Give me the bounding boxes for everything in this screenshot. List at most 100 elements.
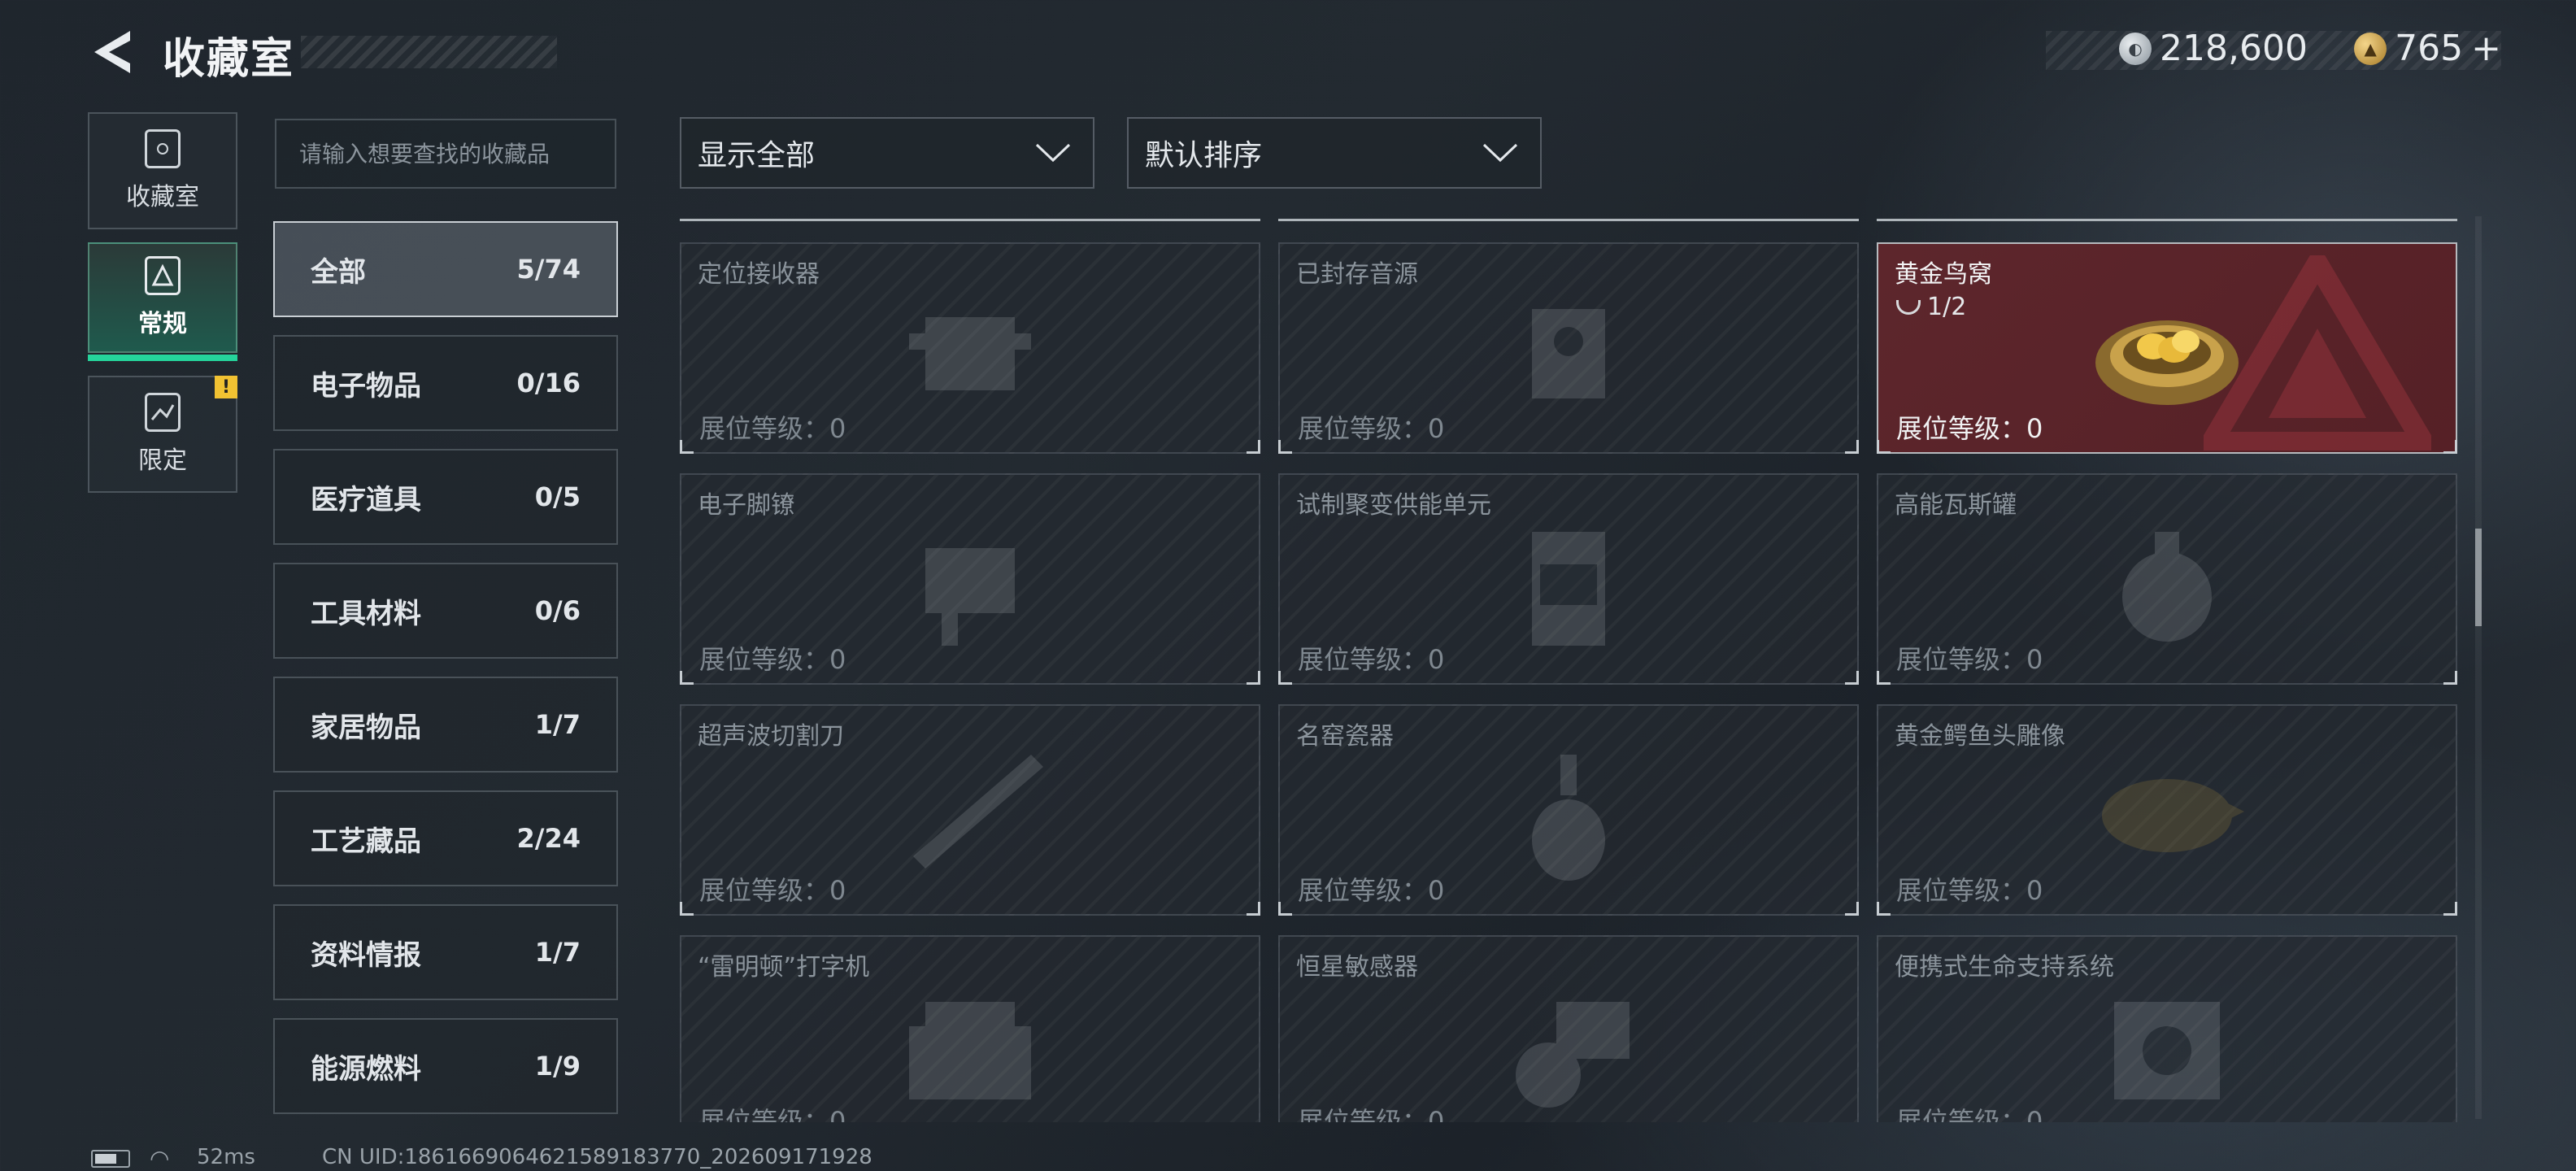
owned-count: 1/2 [1896,293,1966,321]
rail-tab-label: 限定 [138,446,187,475]
category-label: 资料情报 [311,938,421,972]
golden-crocodile-statue-image [2102,779,2244,852]
item-name: 电子脚镣 [698,491,795,520]
sort-dropdown[interactable]: 默认排序 [1127,117,1542,189]
wifi-icon: ◠ [150,1145,170,1171]
ping-value: 52ms [197,1145,255,1169]
limited-collection-icon [145,393,181,432]
item-name: “雷明顿”打字机 [698,953,870,982]
item-level: 展位等级：0 [1896,644,2043,675]
item-level: 展位等级：0 [1896,1106,2043,1122]
collection-card[interactable]: 电子脚镣 展位等级：0 [680,473,1260,685]
category-intel[interactable]: 资料情报 1/7 [273,904,618,1000]
category-medical[interactable]: 医疗道具 0/5 [273,449,618,545]
collection-card[interactable]: 黄金鳄鱼头雕像 展位等级：0 [1877,704,2457,916]
item-name: 黄金鳄鱼头雕像 [1895,722,2065,751]
collection-card[interactable]: 便携式生命支持系统 展位等级：0 [1877,935,2457,1122]
chevron-down-icon [1482,143,1518,163]
category-label: 电子物品 [311,369,421,403]
filter-value: 显示全部 [698,139,816,172]
sealed-audio-source-image [1532,309,1605,398]
filter-dropdown[interactable]: 显示全部 [680,117,1094,189]
item-name: 高能瓦斯罐 [1895,491,2017,520]
page-title: 收藏室 [163,35,295,84]
category-count: 2/24 [516,823,581,854]
category-label: 工艺藏品 [311,825,421,858]
scrollbar-thumb[interactable] [2475,529,2482,626]
collection-card-owned[interactable]: 黄金鸟窝 1/2 展位等级：0 [1877,242,2457,454]
gold-currency[interactable]: ▲ 765 + [2354,28,2501,69]
collection-card[interactable]: 已封存音源 展位等级：0 [1278,242,1859,454]
uid-text: CN UID:1861669064621589183770_2026091719… [322,1145,872,1169]
rail-tab-label: 常规 [138,310,187,338]
rail-tab-label: 收藏室 [126,183,199,211]
bird-nest-icon [1896,299,1921,315]
category-count: 0/5 [534,481,581,512]
item-level: 展位等级：0 [1298,413,1445,444]
category-electronics[interactable]: 电子物品 0/16 [273,335,618,431]
item-level: 展位等级：0 [1896,413,2043,444]
item-name: 恒星敏感器 [1296,953,1418,982]
item-level: 展位等级：0 [1298,1106,1445,1122]
item-name: 试制聚变供能单元 [1296,491,1491,520]
collection-card[interactable]: 定位接收器 展位等级：0 [680,242,1260,454]
category-label: 能源燃料 [311,1052,421,1086]
category-energy[interactable]: 能源燃料 1/9 [273,1018,618,1114]
battery-icon [91,1150,130,1168]
locator-receiver-image [909,317,1031,390]
item-level: 展位等级：0 [699,644,846,675]
search-box[interactable] [275,119,616,189]
header-decoration [301,36,557,68]
partial-card-edge [1278,216,1859,221]
typewriter-image [909,1002,1031,1099]
collection-card[interactable]: 试制聚变供能单元 展位等级：0 [1278,473,1859,685]
category-count: 5/74 [516,254,581,285]
item-level: 展位等级：0 [1896,875,2043,906]
electronic-anklet-image [925,548,1015,646]
fusion-power-unit-image [1532,532,1605,646]
rail-tab-limited[interactable]: ! 限定 [88,376,237,493]
category-label: 工具材料 [311,597,421,630]
partial-card-edge [1877,216,2457,221]
collection-card[interactable]: 名窑瓷器 展位等级：0 [1278,704,1859,916]
add-currency-button[interactable]: + [2471,28,2501,69]
porcelain-vase-image [1532,755,1605,881]
item-level: 展位等级：0 [699,875,846,906]
gas-canister-image [2122,532,2212,642]
item-name: 便携式生命支持系统 [1895,953,2114,982]
category-count: 1/7 [534,709,581,740]
item-level: 展位等级：0 [699,413,846,444]
golden-nest-image [2095,320,2239,405]
category-label: 家居物品 [311,711,421,744]
item-level: 展位等级：0 [1298,644,1445,675]
item-name: 超声波切割刀 [698,722,844,751]
item-level: 展位等级：0 [699,1106,846,1122]
item-level: 展位等级：0 [1298,875,1445,906]
partial-card-edge [680,216,1260,221]
ultrasonic-cutter-image [913,755,1043,868]
collection-card[interactable]: “雷明顿”打字机 展位等级：0 [680,935,1260,1122]
gold-amount: 765 [2395,28,2464,69]
silver-currency: ◐ 218,600 [2119,28,2308,69]
collection-card[interactable]: 超声波切割刀 展位等级：0 [680,704,1260,916]
silver-coin-icon: ◐ [2119,32,2152,65]
rail-tab-regular[interactable]: 常规 [88,242,237,361]
category-household[interactable]: 家居物品 1/7 [273,677,618,773]
category-tools[interactable]: 工具材料 0/6 [273,563,618,659]
collection-card[interactable]: 高能瓦斯罐 展位等级：0 [1877,473,2457,685]
category-all[interactable]: 全部 5/74 [273,221,618,317]
owned-count-value: 1/2 [1927,293,1967,321]
search-input[interactable] [299,140,592,168]
category-label: 医疗道具 [311,483,421,516]
collection-grid: 定位接收器 展位等级：0 已封存音源 展位等级：0 黄金鸟窝 1/2 展位等级：… [680,216,2461,1122]
back-button[interactable] [88,26,137,78]
category-crafts[interactable]: 工艺藏品 2/24 [273,790,618,886]
category-label: 全部 [311,255,366,289]
rail-tab-collection-room[interactable]: 收藏室 [88,112,237,229]
collection-card[interactable]: 恒星敏感器 展位等级：0 [1278,935,1859,1122]
star-sensor-image [1516,1002,1630,1108]
item-name: 黄金鸟窝 [1895,260,1992,289]
category-count: 1/9 [534,1051,581,1082]
scrollbar-track[interactable] [2475,216,2482,1119]
item-name: 已封存音源 [1296,260,1418,289]
